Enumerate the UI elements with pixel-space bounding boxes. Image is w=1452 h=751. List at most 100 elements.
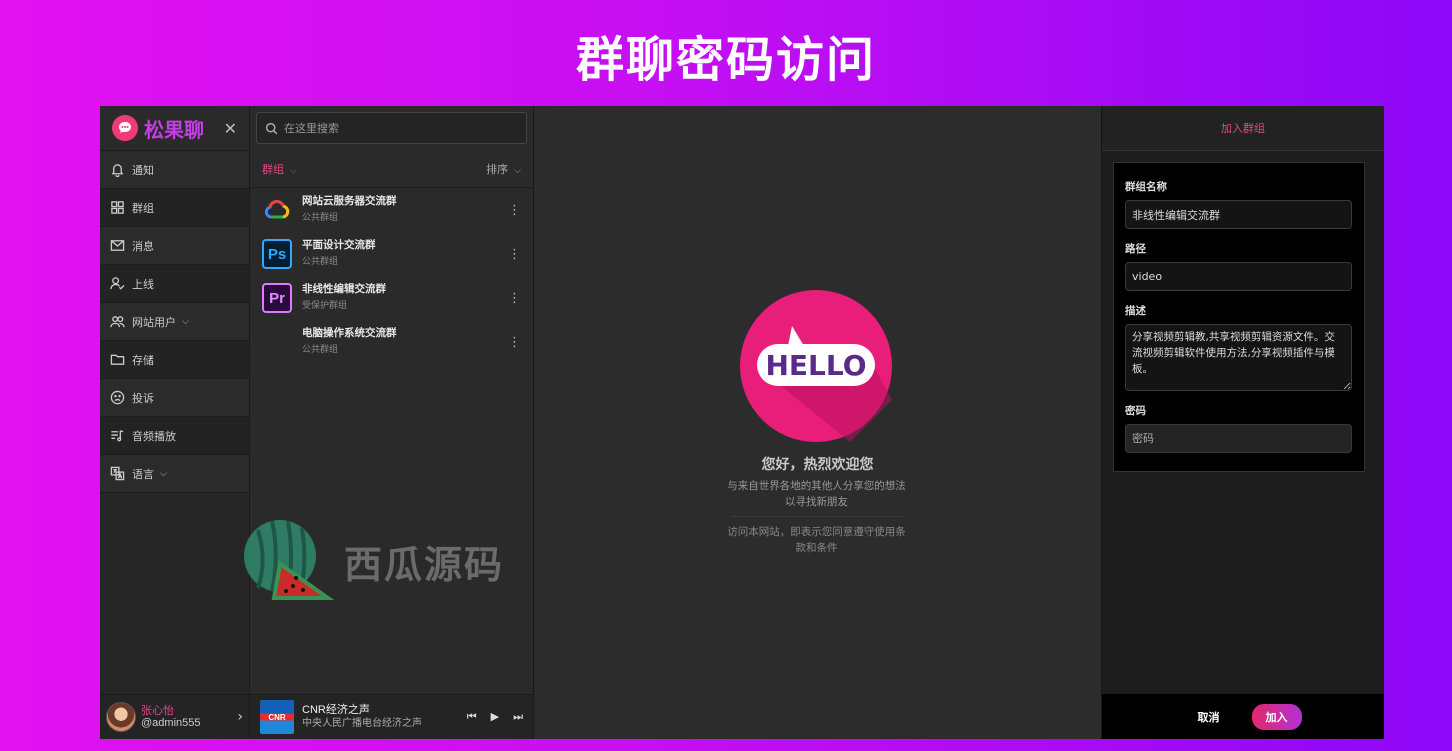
watermelon-icon: [244, 520, 335, 600]
player-controls: ⏮ ▶ ⏭: [467, 710, 523, 724]
player-subtitle: 中央人民广播电台经济之声: [302, 718, 422, 729]
chevron-right-icon[interactable]: ›: [237, 709, 243, 725]
group-name: 非线性编辑交流群: [302, 283, 386, 295]
group-meta: 非线性编辑交流群 受保护群组: [302, 281, 386, 315]
sidebar-item-complaints[interactable]: 投诉: [100, 379, 249, 417]
hello-text: HELLO: [765, 349, 866, 382]
sidebar-item-groups[interactable]: 群组: [100, 189, 249, 227]
chat-app-window: 松果聊 ✕ 通知 群组 消息 上线 网站用户 ⌵ 存储 投诉 音频播放 语言 ⌵…: [100, 106, 1384, 739]
current-user-bar[interactable]: 张心怡 @admin555 ›: [100, 694, 249, 739]
more-options-icon[interactable]: ⋮: [508, 203, 521, 218]
path-field[interactable]: [1125, 262, 1352, 291]
photoshop-icon: Ps: [262, 239, 292, 269]
welcome-subtitle: 与来自世界各地的其他人分享您的想法以寻找新朋友: [727, 480, 906, 508]
user-name: 张心怡: [141, 704, 174, 717]
group-name: 平面设计交流群: [302, 239, 376, 251]
sidebar-item-messages[interactable]: 消息: [100, 227, 249, 265]
watermark: 西瓜源码: [238, 516, 504, 606]
skip-next-icon[interactable]: ⏭: [513, 710, 523, 724]
audio-player: CNR CNR经济之声 中央人民广播电台经济之声 ⏮ ▶ ⏭: [250, 694, 533, 739]
group-meta: 平面设计交流群 公共群组: [302, 237, 376, 271]
windows-icon: [262, 327, 292, 357]
password-field[interactable]: [1125, 424, 1352, 453]
grid-icon: [111, 201, 124, 214]
cancel-button[interactable]: 取消: [1186, 705, 1232, 729]
search-box[interactable]: [256, 112, 527, 144]
watermark-text: 西瓜源码: [344, 542, 505, 587]
sort-label: 排序: [486, 162, 509, 176]
sidebar-item-label: 音频播放: [132, 429, 176, 443]
play-icon[interactable]: ▶: [491, 710, 499, 724]
list-item[interactable]: 网站云服务器交流群 公共群组 ⋮: [250, 188, 533, 232]
sidebar-nav: 松果聊 ✕ 通知 群组 消息 上线 网站用户 ⌵ 存储 投诉 音频播放 语言 ⌵…: [100, 106, 250, 739]
panel-title: 加入群组: [1102, 106, 1384, 151]
group-type: 公共群组: [302, 345, 339, 355]
brand-name: 松果聊: [144, 117, 204, 142]
more-options-icon[interactable]: ⋮: [508, 335, 521, 350]
translate-icon: [110, 466, 125, 481]
terms-text: 访问本网站，即表示您同意遵守使用条款和条件: [727, 526, 906, 554]
sidebar-item-online[interactable]: 上线: [100, 265, 249, 303]
user-handle: @admin555: [141, 717, 201, 729]
welcome-title: 您好，热烈欢迎您: [761, 457, 874, 473]
brand-header: 松果聊 ✕: [100, 106, 249, 151]
path-label: 路径: [1125, 243, 1146, 255]
avatar[interactable]: [106, 702, 136, 732]
group-filter-label: 群组: [262, 162, 284, 176]
search-input[interactable]: [284, 121, 504, 135]
close-sidebar-icon[interactable]: ✕: [224, 119, 237, 138]
join-button[interactable]: 加入: [1251, 703, 1302, 730]
hello-illustration: HELLO: [740, 290, 892, 442]
search-icon: [265, 122, 278, 134]
sidebar-item-site-users[interactable]: 网站用户 ⌵: [100, 303, 249, 341]
group-name: 电脑操作系统交流群: [302, 327, 397, 339]
divider: [731, 516, 903, 517]
group-meta: 网站云服务器交流群 公共群组: [302, 193, 397, 227]
group-filter-dropdown[interactable]: 群组 ⌵: [262, 161, 297, 177]
list-header: 群组 ⌵ 排序 ⌵: [250, 150, 533, 188]
bell-icon: [111, 164, 124, 177]
skip-previous-icon[interactable]: ⏮: [467, 710, 477, 724]
chevron-down-icon: ⌵: [182, 316, 189, 327]
more-options-icon[interactable]: ⋮: [508, 291, 521, 306]
group-type: 公共群组: [302, 257, 339, 267]
list-item[interactable]: Pr 非线性编辑交流群 受保护群组 ⋮: [250, 276, 533, 320]
sidebar-item-label: 存储: [132, 353, 154, 367]
player-info: CNR经济之声 中央人民广播电台经济之声: [302, 703, 442, 731]
frown-icon: [110, 390, 125, 405]
sort-dropdown[interactable]: 排序 ⌵: [486, 161, 521, 177]
password-label: 密码: [1125, 405, 1146, 417]
list-item[interactable]: Ps 平面设计交流群 公共群组 ⋮: [250, 232, 533, 276]
mail-icon: [110, 240, 125, 251]
banner-title: 群聊密码访问: [575, 32, 876, 88]
sidebar-item-label: 群组: [132, 201, 154, 215]
premiere-icon: Pr: [262, 283, 292, 313]
player-title: CNR经济之声: [302, 704, 370, 716]
users-icon: [110, 316, 125, 328]
sidebar-item-label: 消息: [132, 239, 154, 253]
group-type: 公共群组: [302, 213, 339, 223]
sidebar-item-notifications[interactable]: 通知: [100, 151, 249, 189]
panel-footer: 取消 加入: [1102, 694, 1384, 739]
folder-icon: [110, 354, 125, 365]
group-meta: 电脑操作系统交流群 公共群组: [302, 325, 397, 359]
group-name-label: 群组名称: [1125, 181, 1167, 193]
sidebar-item-label: 语言: [132, 467, 154, 481]
description-field[interactable]: 分享视频剪辑教,共享视频剪辑资源文件。交流视频剪辑软件使用方法,分享视频插件与模…: [1125, 324, 1352, 391]
sidebar-item-language[interactable]: 语言 ⌵: [100, 455, 249, 493]
google-cloud-icon: [262, 195, 292, 225]
list-item[interactable]: 电脑操作系统交流群 公共群组 ⋮: [250, 320, 533, 364]
group-name-field[interactable]: [1125, 200, 1352, 229]
user-info: 张心怡 @admin555: [141, 704, 200, 730]
description-label: 描述: [1125, 305, 1146, 317]
user-check-icon: [110, 277, 125, 290]
join-form: 群组名称 路径 描述 分享视频剪辑教,共享视频剪辑资源文件。交流视频剪辑软件使用…: [1113, 162, 1365, 472]
sidebar-item-storage[interactable]: 存储: [100, 341, 249, 379]
welcome-area: HELLO 您好，热烈欢迎您 与来自世界各地的其他人分享您的想法以寻找新朋友 访…: [534, 106, 1101, 739]
more-options-icon[interactable]: ⋮: [508, 247, 521, 262]
radio-cover: CNR: [260, 700, 294, 734]
sidebar-item-audio[interactable]: 音频播放: [100, 417, 249, 455]
nav-list: 通知 群组 消息 上线 网站用户 ⌵ 存储 投诉 音频播放 语言 ⌵: [100, 151, 249, 493]
chat-bubble-logo-icon: [112, 115, 138, 141]
sidebar-item-label: 上线: [132, 277, 154, 291]
